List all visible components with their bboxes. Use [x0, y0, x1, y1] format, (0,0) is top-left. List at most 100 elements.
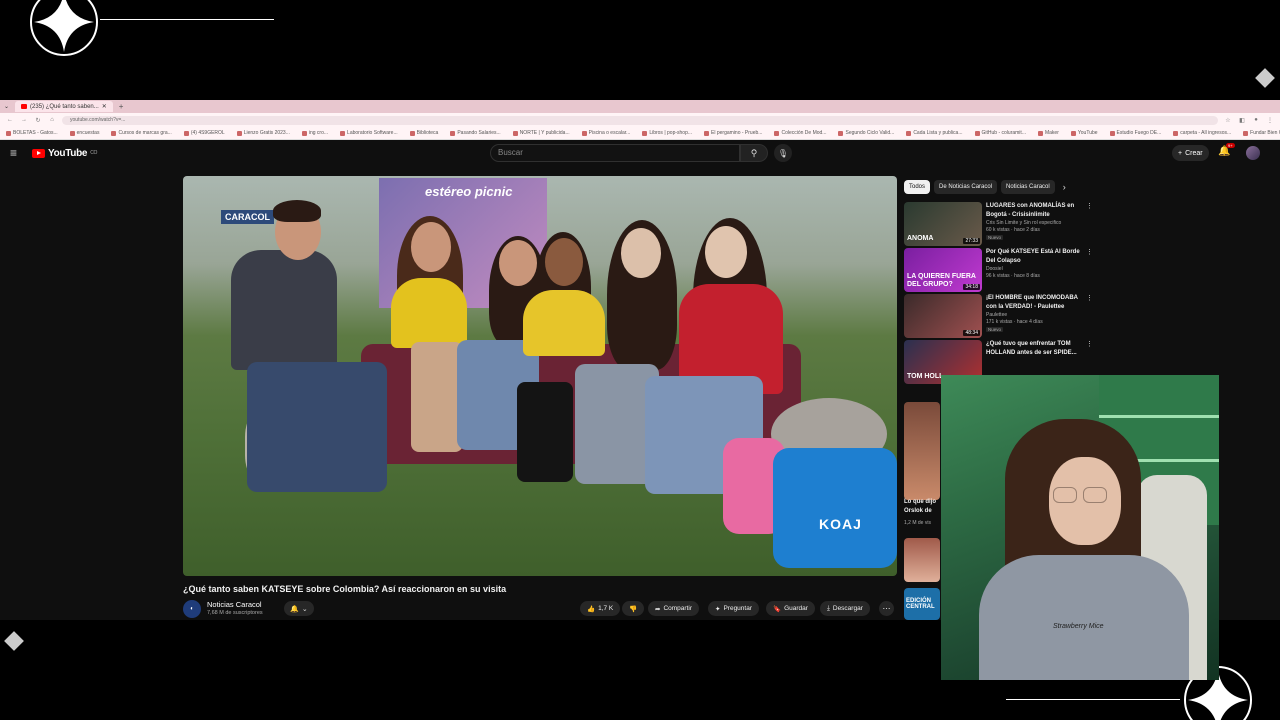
recommendation-item[interactable]: 48:34 ¡El HOMBRE que INCOMODABA con la VE…	[904, 294, 1094, 340]
bookmark-favicon-icon	[301, 130, 307, 136]
bookmark-item[interactable]: Lienzo Gratis 2023...	[236, 130, 290, 136]
hamburger-menu-icon[interactable]: ≡	[10, 146, 32, 160]
bookmark-star-icon[interactable]: ☆	[1224, 117, 1232, 124]
recommendation-title[interactable]: Orslok de	[904, 508, 932, 514]
chip-de-noticias-caracol[interactable]: De Noticias Caracol	[934, 180, 998, 194]
back-icon[interactable]: ←	[6, 117, 14, 123]
search-button[interactable]: ⚲	[740, 144, 768, 162]
recommendation-channel[interactable]: Paulettee	[986, 312, 1007, 318]
more-vert-icon[interactable]: ⋮	[1086, 248, 1093, 256]
like-button[interactable]: 👍 1,7 K	[580, 601, 621, 616]
member-head	[621, 228, 661, 278]
bookmark-item[interactable]: (4) 4S9GEROL	[183, 130, 225, 136]
bookmark-item[interactable]: Fundar Bien Charro...	[1243, 130, 1280, 136]
ask-button[interactable]: ✦ Preguntar	[708, 601, 759, 616]
bookmark-item[interactable]: Colección De Mod...	[774, 130, 826, 136]
recommendation-thumbnail[interactable]: ANOMA 27:33	[904, 202, 982, 246]
video-player[interactable]: estéreo picnic CARACOL KOAJ	[183, 176, 897, 576]
bookmark-label: Colección De Mod...	[781, 130, 827, 136]
bookmark-favicon-icon	[838, 130, 844, 136]
subscriber-count: 7,68 M de suscriptores	[207, 610, 263, 616]
more-vert-icon[interactable]: ⋮	[1086, 202, 1093, 210]
bookmark-favicon-icon	[512, 130, 518, 136]
recommendation-thumbnail[interactable]: LA QUIEREN FUERA DEL GRUPO? 34:18	[904, 248, 982, 292]
bookmark-favicon-icon	[974, 130, 980, 136]
bookmark-item[interactable]: Cursos de marcas gra...	[111, 130, 172, 136]
bookmark-item[interactable]: encuestas	[69, 130, 99, 136]
bookmark-item[interactable]: Cada Lista y publica...	[906, 130, 963, 136]
recommendation-title[interactable]: ¡El HOMBRE que INCOMODABA con la VERDAD!…	[986, 294, 1084, 311]
dislike-button[interactable]: 👎	[622, 601, 645, 616]
new-tab-button[interactable]: +	[119, 102, 124, 111]
recommendation-thumbnail[interactable]: 48:34	[904, 294, 982, 338]
browser-tab[interactable]: (235) ¿Qué tanto saben... ✕	[15, 101, 113, 112]
bookmark-favicon-icon	[774, 130, 780, 136]
reload-icon[interactable]: ↻	[34, 117, 42, 124]
tab-bar: ⌄ (235) ¿Qué tanto saben... ✕ +	[0, 100, 1280, 113]
profile-icon[interactable]: ●	[1252, 117, 1260, 123]
recommendation-title[interactable]: Por Qué KATSEYE Está Al Borde Del Colaps…	[986, 248, 1084, 265]
bookmark-item[interactable]: BOLETAS - Gatos...	[6, 130, 58, 136]
recommendation-title[interactable]: ¿Qué tuvo que enfrentar TOM HOLLAND ante…	[986, 340, 1084, 357]
bookmark-item[interactable]: El pergamino - Prueb...	[704, 130, 762, 136]
share-button[interactable]: ➦ Compartir	[648, 601, 699, 616]
bookmark-label: El pergamino - Prueb...	[711, 130, 763, 136]
forward-icon[interactable]: →	[20, 117, 28, 123]
bookmark-item[interactable]: ing cro...	[301, 130, 328, 136]
member-1	[391, 278, 467, 348]
download-label: Descargar	[832, 605, 863, 612]
bookmark-item[interactable]: YouTube	[1070, 130, 1098, 136]
bookmark-item[interactable]: NORTE | Y publicida...	[512, 130, 570, 136]
menu-icon[interactable]: ⋮	[1266, 117, 1274, 124]
channel-avatar[interactable]: ◐	[183, 600, 201, 618]
channel-name[interactable]: Noticias Caracol	[207, 600, 262, 609]
url-field[interactable]: youtube.com/watch?v=...	[62, 115, 1218, 125]
bookmark-item[interactable]: Estudio Fuego DE...	[1109, 130, 1161, 136]
notification-badge: 9+	[1226, 143, 1235, 148]
search-input[interactable]: Buscar	[490, 144, 740, 162]
recommendation-thumbnail[interactable]	[904, 538, 940, 582]
recommendation-channel[interactable]: Doosiel	[986, 266, 1003, 272]
recommendation-title[interactable]: LUGARES con ANOMALÍAS en Bogotá - Crisis…	[986, 202, 1084, 219]
user-avatar[interactable]	[1246, 146, 1260, 160]
chip-noticias-caracol[interactable]: Noticias Caracol	[1001, 180, 1055, 194]
bookmark-item[interactable]: Libros | pop-shop...	[642, 130, 692, 136]
bookmark-item[interactable]: Biblioteca	[409, 130, 438, 136]
recommendation-thumbnail[interactable]: EDICIÓN CENTRAL	[904, 588, 940, 620]
bookmark-item[interactable]: Segundo Ciclo Valid...	[838, 130, 894, 136]
create-button[interactable]: + Crear	[1172, 145, 1209, 161]
close-icon[interactable]: ✕	[102, 103, 107, 110]
bookmark-favicon-icon	[1070, 130, 1076, 136]
recommendation-item[interactable]: LA QUIEREN FUERA DEL GRUPO? 34:18 Por Qué …	[904, 248, 1094, 294]
recommendation-title[interactable]: Lo que dijo	[904, 499, 936, 505]
save-button[interactable]: 🔖 Guardar	[766, 601, 815, 616]
recommendation-channel[interactable]: Cris Sin Limite y Sin rol especifico	[986, 220, 1061, 226]
video-duration: 48:34	[963, 330, 980, 336]
bookmark-item[interactable]: Laboratorio Software...	[340, 130, 398, 136]
subscription-bell-button[interactable]: 🔔 ⌄	[284, 601, 314, 616]
more-vert-icon[interactable]: ⋮	[1086, 294, 1093, 302]
more-options-button[interactable]: ⋯	[879, 601, 894, 616]
sparkle-icon: ✦	[715, 605, 721, 613]
download-button[interactable]: ⤓ Descargar	[820, 601, 870, 616]
thumbs-up-icon: 👍	[587, 605, 596, 613]
more-vert-icon[interactable]: ⋮	[1086, 340, 1093, 348]
bookmark-item[interactable]: Pasando Salaries...	[450, 130, 501, 136]
home-icon[interactable]: ⌂	[48, 117, 56, 123]
recommendation-thumbnail[interactable]	[904, 402, 940, 500]
bookmark-item[interactable]: GitHub - coluramit...	[974, 130, 1026, 136]
youtube-play-icon	[32, 148, 45, 158]
chevron-right-icon[interactable]: ›	[1063, 182, 1066, 192]
extensions-icon[interactable]: ◧	[1238, 117, 1246, 124]
tab-list-icon[interactable]: ⌄	[4, 103, 9, 110]
bookmark-item[interactable]: Maker	[1037, 130, 1059, 136]
bookmark-item[interactable]: Piscina o escalar...	[581, 130, 630, 136]
sparkle-icon	[30, 0, 98, 56]
voice-search-button[interactable]: 🎙	[774, 144, 792, 162]
bookmark-item[interactable]: carpeta - All ingresos...	[1173, 130, 1231, 136]
recommendation-item[interactable]: ANOMA 27:33 LUGARES con ANOMALÍAS en Bogot…	[904, 202, 1094, 248]
bookmark-label: carpeta - All ingresos...	[1180, 130, 1232, 136]
youtube-logo[interactable]: YouTube CO	[32, 148, 97, 159]
chip-todos[interactable]: Todos	[904, 180, 931, 194]
member-head	[499, 240, 537, 286]
